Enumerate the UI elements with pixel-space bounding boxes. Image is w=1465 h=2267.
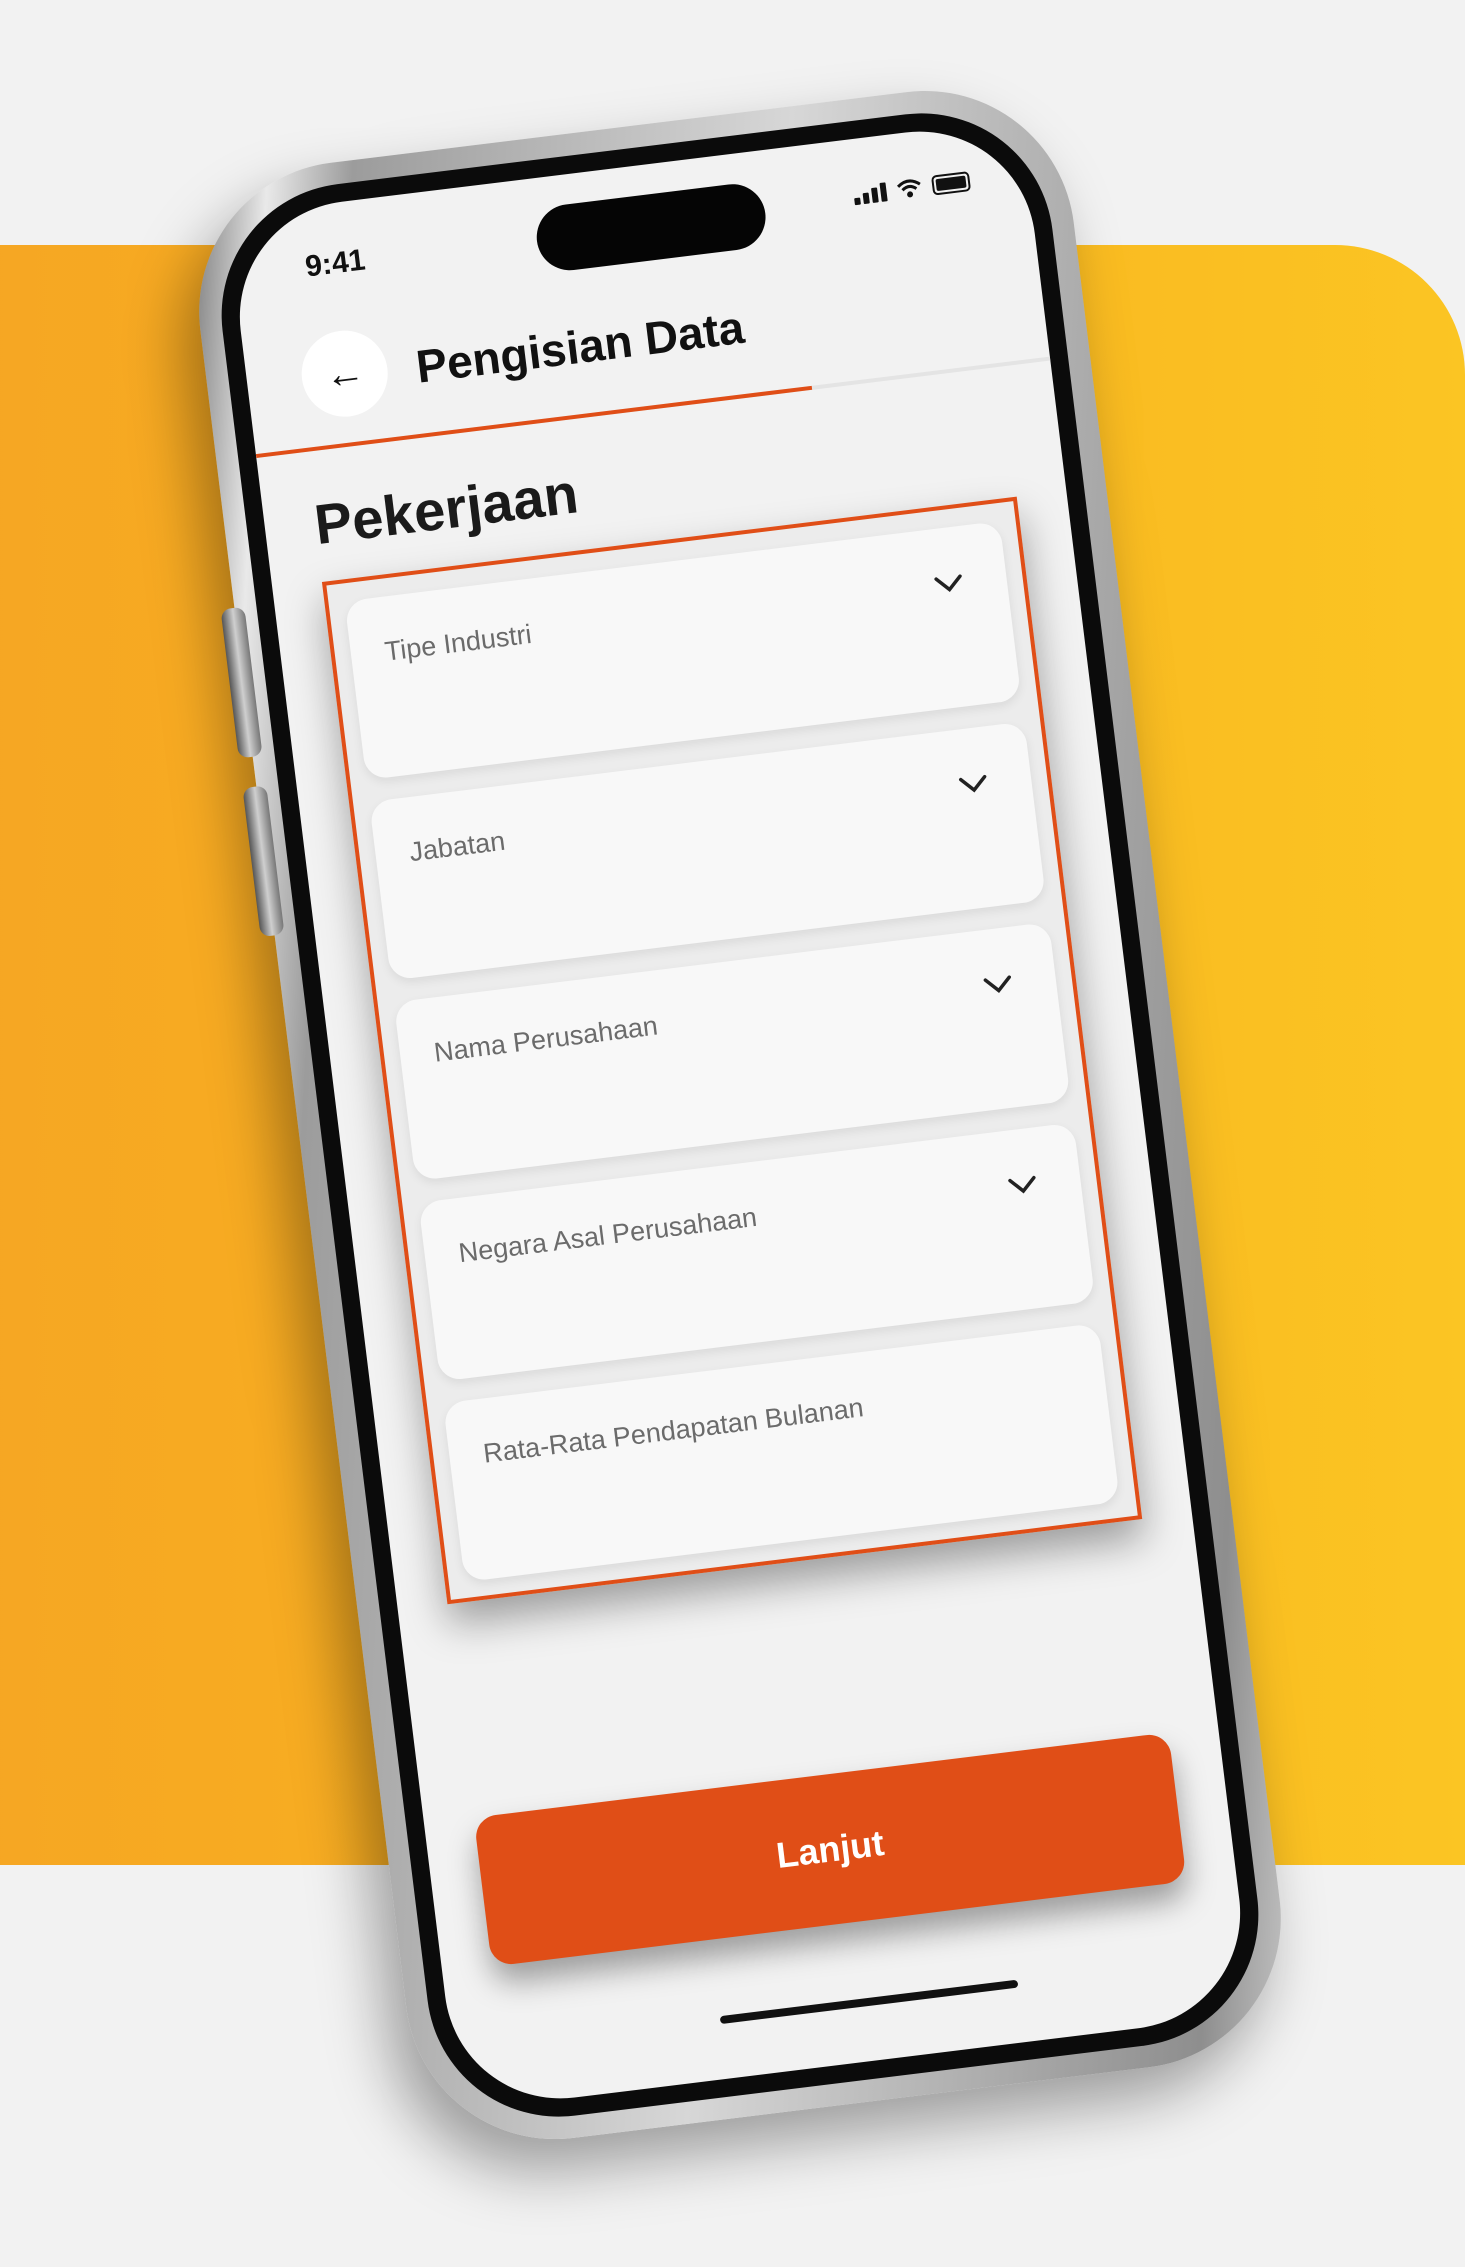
arrow-left-icon: ← (322, 348, 368, 398)
back-button[interactable]: ← (296, 325, 393, 422)
home-indicator (719, 1979, 1019, 2025)
wifi-icon (896, 179, 921, 198)
signal-icon (853, 182, 888, 206)
field-placeholder: Rata-Rata Pendapatan Bulanan (481, 1392, 866, 1469)
field-placeholder: Jabatan (407, 825, 507, 868)
field-placeholder: Nama Perusahaan (432, 1010, 660, 1068)
field-placeholder: Tipe Industri (383, 618, 534, 667)
chevron-down-icon (1008, 1175, 1036, 1194)
battery-icon (930, 171, 972, 196)
page-title: Pengisian Data (413, 300, 747, 393)
dynamic-island (532, 180, 770, 274)
chevron-down-icon (959, 774, 987, 793)
form-card: Tipe Industri Jabatan Nama Perusahaan Ne… (321, 496, 1143, 1605)
status-icons (853, 171, 972, 206)
continue-button[interactable]: Lanjut (473, 1732, 1187, 1967)
section-title: Pekerjaan (311, 461, 582, 557)
field-placeholder: Negara Asal Perusahaan (456, 1201, 759, 1269)
chevron-down-icon (934, 574, 962, 593)
chevron-down-icon (983, 975, 1011, 993)
status-time: 9:41 (303, 243, 368, 284)
